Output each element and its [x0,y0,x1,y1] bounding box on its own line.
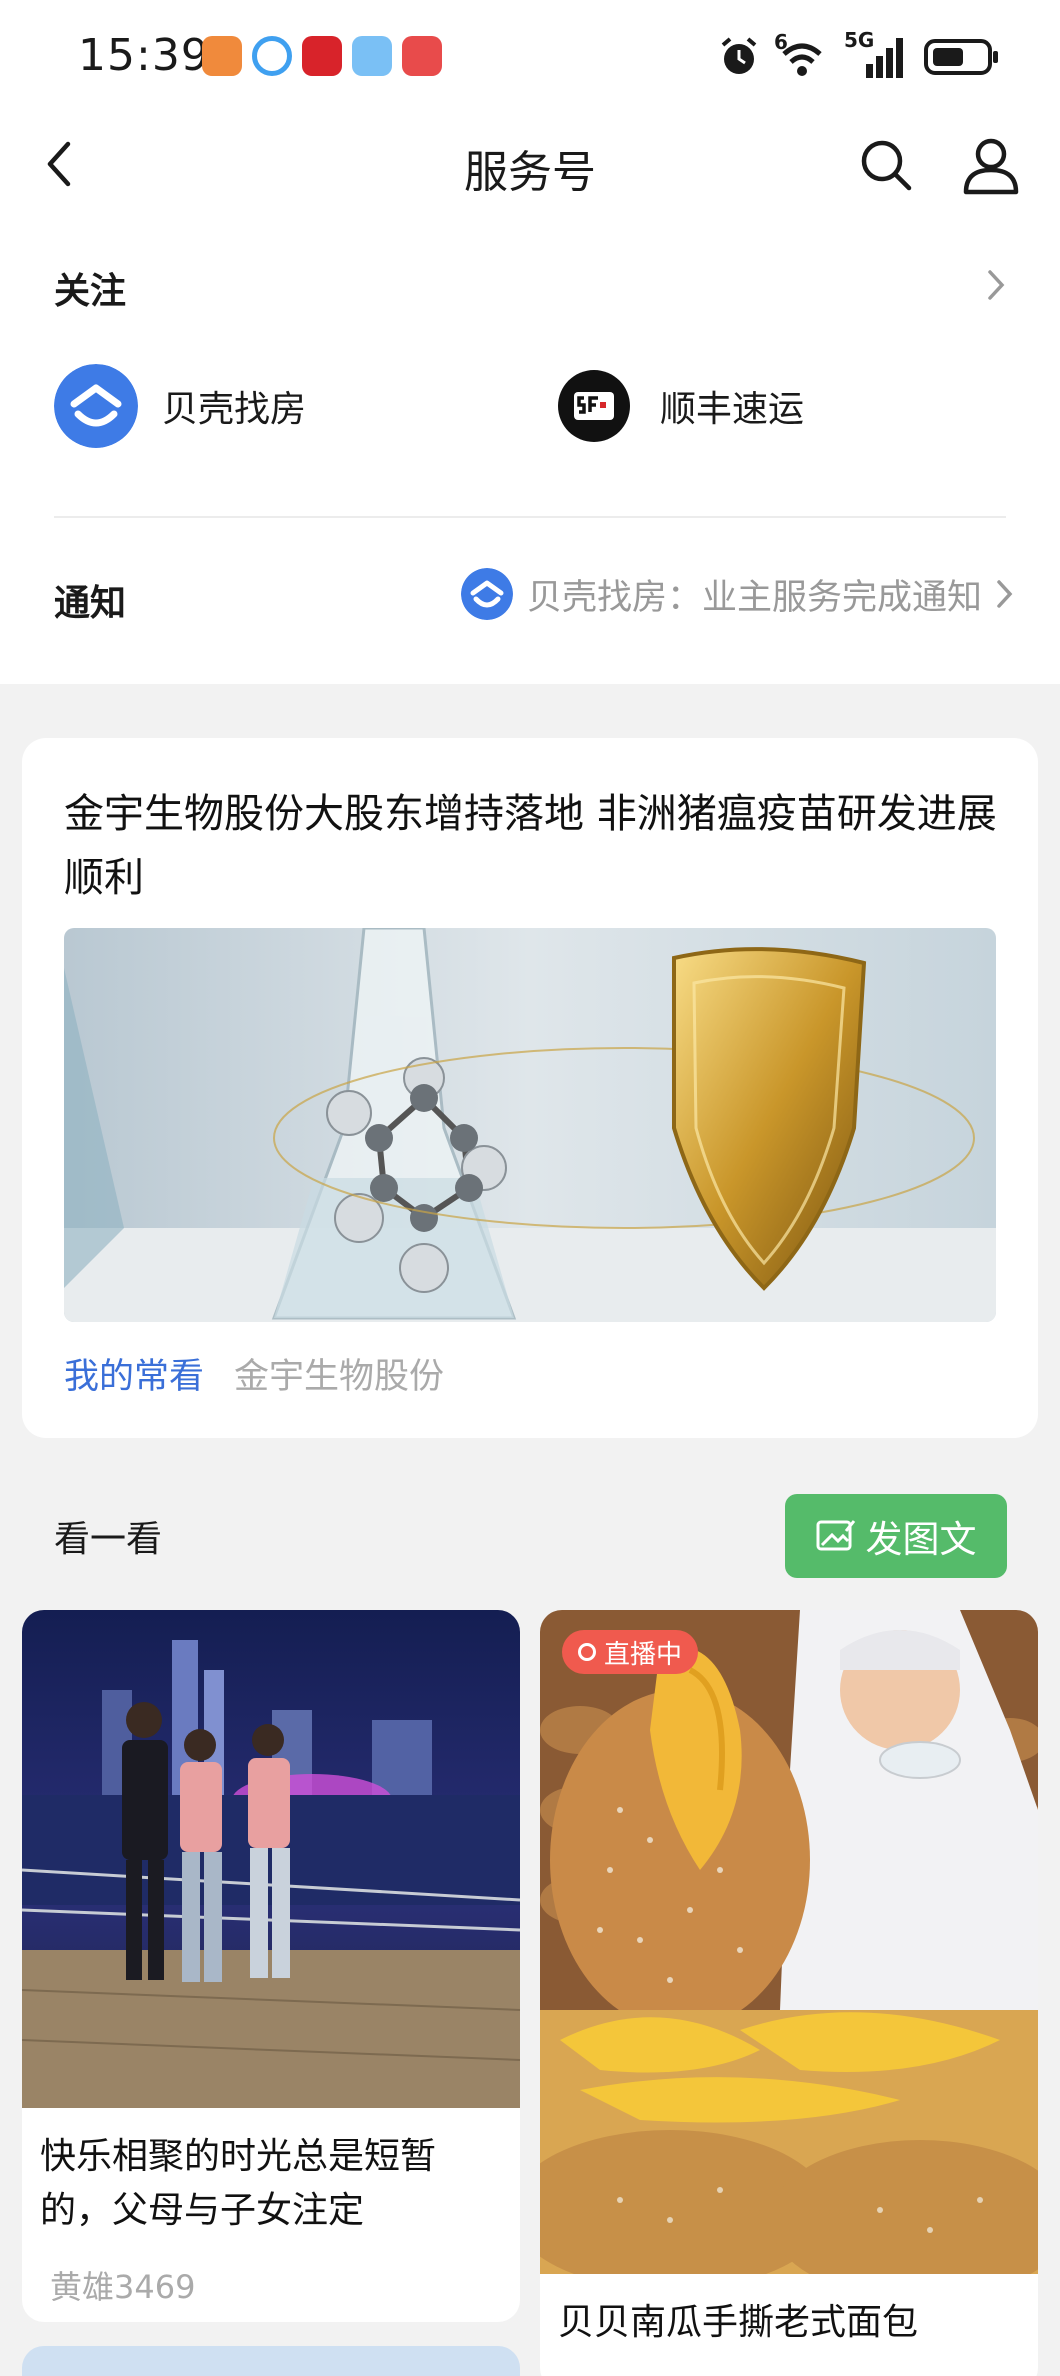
battery-icon [924,39,998,75]
feed-card[interactable]: 快乐相聚的时光总是短暂的，父母与子女注定 黄雄3469 [22,1610,520,2322]
live-badge-label: 直播中 [604,1639,683,1670]
app-notification-icon [352,36,392,76]
beike-logo-icon [54,364,138,448]
feed-image: 直播中 [540,1610,1038,2274]
follow-panel: 关注 贝壳找房 顺丰速运 通知 贝壳找房：业主服务完成通知 [0,216,1060,684]
feed-card[interactable]: 直播中 贝贝南瓜手撕老式面包 [540,1610,1038,2376]
alarm-icon [721,37,757,74]
post-button-label: 发图文 [865,1518,977,1561]
article-source: 金宇生物股份 [234,1357,445,1397]
notification-preview[interactable]: 贝壳找房：业主服务完成通知 [460,566,1020,622]
app-notification-icon [202,36,242,76]
live-badge: 直播中 [562,1630,699,1674]
app-notification-icon [252,36,292,76]
look-section-title: 看一看 [54,1519,163,1560]
feed-title: 快乐相聚的时光总是短暂的，父母与子女注定 [40,2136,437,2231]
app-notification-icon [402,36,442,76]
app-notification-icon [302,36,342,76]
chevron-right-icon[interactable] [976,262,1014,308]
article-tag: 我的常看 [64,1357,205,1397]
wifi-icon: 6 [774,30,830,80]
feed-author: 黄雄3469 [50,2268,196,2306]
article-card[interactable]: 金宇生物股份大股东增持落地 非洲猪瘟疫苗研发进展顺利 我的常看 金宇生物股份 [22,738,1038,1438]
search-icon[interactable] [855,134,917,196]
status-icons: 6 5G [718,28,1000,82]
nav-bar: 服务号 [0,112,1060,216]
live-dot-icon [578,1643,596,1661]
image-icon [816,1520,855,1551]
account-name: 贝壳找房 [162,389,307,430]
user-icon[interactable] [958,132,1024,198]
feed-image [22,1610,520,2108]
status-bar: 15:39 6 5G [0,0,1060,112]
divider [54,516,1006,518]
article-title: 金宇生物股份大股东增持落地 非洲猪瘟疫苗研发进展顺利 [64,791,997,901]
follow-section-title: 关注 [54,271,127,312]
beike-logo-icon [460,568,513,620]
article-image [64,928,996,1322]
notification-section-title: 通知 [54,583,127,624]
status-time: 15:39 [78,30,210,81]
wifi-label: 6 [774,30,788,54]
signal-icon: 5G [844,28,910,80]
sf-logo-icon [552,364,636,448]
feed-card-partial[interactable] [22,2346,520,2376]
network-label: 5G [844,28,875,52]
account-name: 顺丰速运 [660,389,805,430]
followed-account-sf[interactable]: 顺丰速运 [552,364,804,448]
feed-title: 贝贝南瓜手撕老式面包 [558,2302,919,2343]
post-image-text-button[interactable]: 发图文 [785,1494,1007,1578]
notification-text: 贝壳找房：业主服务完成通知 [526,577,982,618]
chevron-right-icon [997,580,1013,608]
followed-account-beike[interactable]: 贝壳找房 [54,364,306,448]
